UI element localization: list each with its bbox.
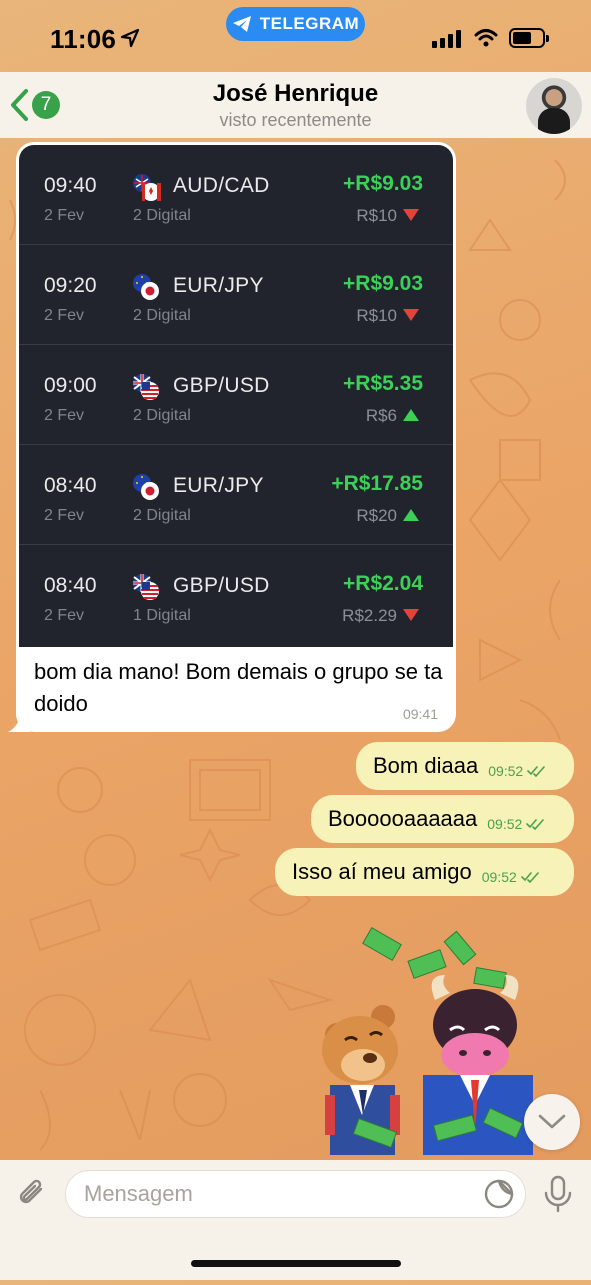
trade-row: 08:40 2 Fev EUR/JPY 2 Digital +R$17.85 R… <box>19 445 453 545</box>
trade-date: 2 Fev <box>44 607 85 624</box>
trade-time: 09:20 <box>44 274 97 297</box>
double-check-icon <box>520 872 539 883</box>
trade-date: 2 Fev <box>44 407 85 424</box>
trade-type: 2 Digital <box>133 507 191 524</box>
chat-header: 7 José Henrique visto recentemente <box>0 72 591 138</box>
status-bar: 11:06 TELEGRAM <box>0 0 591 72</box>
trade-time: 08:40 <box>44 574 97 597</box>
trade-time: 09:40 <box>44 174 97 197</box>
message-time: 09:41 <box>402 706 438 722</box>
trade-amount: R$2.29 <box>342 606 397 625</box>
trade-date: 2 Fev <box>44 307 85 324</box>
bubble-tail <box>8 708 30 732</box>
trade-profit: +R$9.03 <box>343 272 423 295</box>
bull-bear-money-sticker[interactable] <box>315 925 545 1155</box>
clock: 11:06 <box>50 24 117 54</box>
trade-pair: GBP/USD <box>173 574 270 597</box>
trade-date: 2 Fev <box>44 207 85 224</box>
outgoing-message-bubble[interactable]: Boooooaaaaaa 09:52 <box>311 795 574 843</box>
gb-us-flag-icon <box>133 374 159 400</box>
arrow-down-icon <box>403 209 419 221</box>
home-indicator <box>191 1260 401 1267</box>
message-time: 09:52 <box>487 816 523 832</box>
telegram-plane-icon <box>232 16 251 32</box>
outgoing-message-bubble[interactable]: Isso aí meu amigo 09:52 <box>275 848 574 896</box>
scroll-to-bottom-button[interactable] <box>524 1094 580 1150</box>
message-text: Boooooaaaaaa <box>328 806 478 831</box>
contact-status: visto recentemente <box>219 110 372 130</box>
arrow-up-icon <box>403 409 419 421</box>
message-text: Isso aí meu amigo <box>292 859 472 884</box>
wifi-icon <box>474 29 498 47</box>
double-check-icon <box>527 766 546 777</box>
trade-profit: +R$2.04 <box>343 572 423 595</box>
arrow-down-icon <box>403 609 419 621</box>
arrow-down-icon <box>403 309 419 321</box>
trade-history-image[interactable]: 09:40 2 Fev AUD/CAD 2 Digital +R$9.03 R$… <box>19 145 453 647</box>
telegram-return-pill[interactable]: TELEGRAM <box>226 7 365 41</box>
trade-profit: +R$9.03 <box>343 172 423 195</box>
contact-name[interactable]: José Henrique <box>0 80 591 108</box>
trade-time: 08:40 <box>44 474 97 497</box>
trade-pair: GBP/USD <box>173 374 270 397</box>
trade-amount: R$10 <box>356 206 397 225</box>
trade-amount: R$10 <box>356 306 397 325</box>
message-input[interactable] <box>65 1170 526 1218</box>
trade-type: 2 Digital <box>133 407 191 424</box>
incoming-message-bubble[interactable]: 09:40 2 Fev AUD/CAD 2 Digital +R$9.03 R$… <box>16 142 456 732</box>
trade-profit: +R$17.85 <box>331 472 423 495</box>
trade-type: 2 Digital <box>133 207 191 224</box>
message-text: Bom diaaa <box>373 753 479 778</box>
trade-pair: EUR/JPY <box>173 474 264 497</box>
chevron-down-icon <box>538 1114 566 1129</box>
message-text: bom dia mano! Bom demais o grupo se ta d… <box>34 659 443 716</box>
telegram-pill-label: TELEGRAM <box>259 14 360 33</box>
eu-jp-flag-icon <box>133 274 159 300</box>
trade-amount: R$20 <box>356 506 397 525</box>
sticker-icon[interactable] <box>483 1178 515 1210</box>
double-check-icon <box>526 819 545 830</box>
battery-icon <box>509 28 549 48</box>
trade-row: 09:00 2 Fev GBP/USD 2 Digital +R$5.35 R$… <box>19 345 453 445</box>
message-meta: 09:52 <box>487 816 560 832</box>
trade-pair: EUR/JPY <box>173 274 264 297</box>
trade-row: 08:40 2 Fev GBP/USD 1 Digital +R$2.04 R$… <box>19 545 453 645</box>
location-arrow-icon <box>120 28 140 48</box>
trade-row: 09:40 2 Fev AUD/CAD 2 Digital +R$9.03 R$… <box>19 145 453 245</box>
trade-type: 1 Digital <box>133 607 191 624</box>
eu-jp-flag-icon <box>133 474 159 500</box>
trade-type: 2 Digital <box>133 307 191 324</box>
trade-pair: AUD/CAD <box>173 174 270 197</box>
outgoing-message-bubble[interactable]: Bom diaaa 09:52 <box>356 742 574 790</box>
message-time: 09:52 <box>481 869 517 885</box>
message-time: 09:52 <box>488 763 524 779</box>
trade-amount: R$6 <box>365 406 397 425</box>
microphone-icon[interactable] <box>543 1174 573 1214</box>
trade-row: 09:20 2 Fev EUR/JPY 2 Digital +R$9.03 R$… <box>19 245 453 345</box>
trade-profit: +R$5.35 <box>343 372 423 395</box>
au-ca-flag-icon <box>133 174 161 201</box>
attachment-icon[interactable] <box>14 1176 50 1212</box>
message-meta: 09:52 <box>488 763 561 779</box>
trade-time: 09:00 <box>44 374 97 397</box>
message-meta: 09:52 <box>482 869 555 885</box>
contact-avatar[interactable] <box>526 78 582 134</box>
gb-us-flag-icon <box>133 574 159 600</box>
arrow-up-icon <box>403 509 419 521</box>
message-input-bar <box>0 1160 591 1280</box>
cellular-signal-icon <box>432 30 461 48</box>
trade-date: 2 Fev <box>44 507 85 524</box>
